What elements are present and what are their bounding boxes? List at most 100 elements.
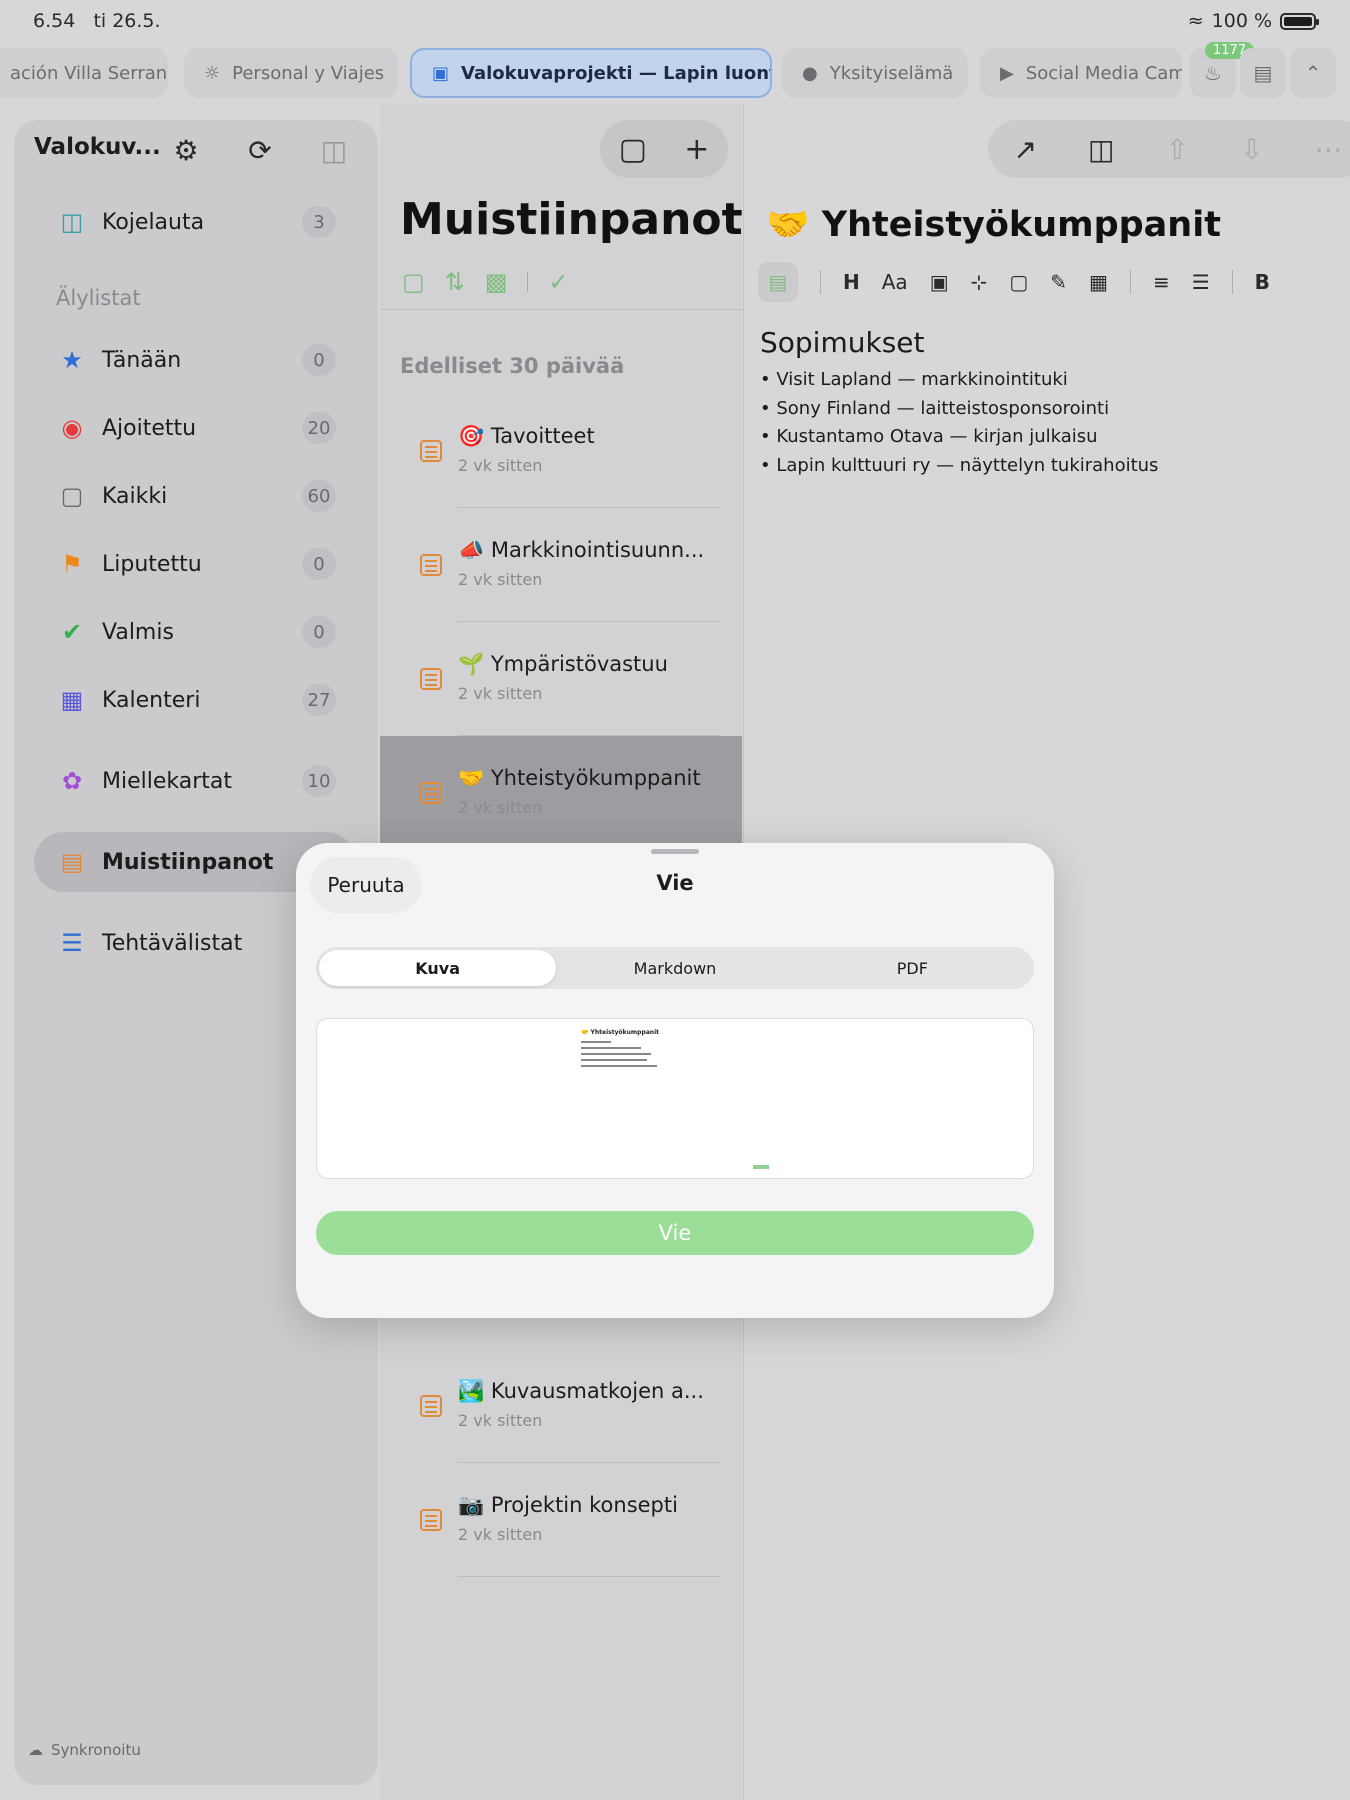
inbox-filter-icon[interactable]: ▢ — [402, 268, 425, 296]
sidebar-item-liputettu[interactable]: ⚑ Liputettu 0 — [34, 534, 356, 594]
gear-icon: ⚙ — [173, 133, 199, 167]
document-button[interactable]: ▤ — [758, 262, 798, 302]
sidebar-item-tanaan[interactable]: ★ Tänään 0 — [34, 330, 356, 390]
split-view-button[interactable]: ◫ — [1088, 133, 1114, 166]
view-mode-icon[interactable]: ▩ — [485, 268, 508, 296]
sidebar-item-label: Tänään — [102, 347, 182, 373]
sidebar-item-label: Kojelauta — [102, 209, 205, 235]
tab-label: Valokuvaprojekti — Lapin luonto — [461, 62, 772, 84]
sidebar-icon: ◫ — [320, 133, 348, 167]
sidebar-item-valmis[interactable]: ✔ Valmis 0 — [34, 602, 356, 662]
sidebar-item-kojelauta[interactable]: ◫ Kojelauta 3 — [34, 192, 356, 252]
sync-status: ☁ Synkronoitu — [28, 1741, 141, 1759]
battery-label: 100 % — [1211, 10, 1272, 32]
star-icon: ★ — [61, 346, 83, 374]
tab-valokuvaprojekti[interactable]: ▣ Valokuvaprojekti — Lapin luonto — [410, 48, 772, 98]
note-icon: ▤ — [60, 848, 84, 876]
list-item[interactable]: 📷 Projektin konsepti 2 vk sitten — [380, 1463, 742, 1577]
bell-icon: ♨ — [1204, 61, 1222, 85]
bold-button[interactable]: B — [1255, 270, 1270, 294]
table-icon[interactable]: ▦ — [1089, 270, 1108, 294]
note-title-heading[interactable]: 🤝 Yhteistyökumppanit — [766, 204, 1221, 245]
smart-lists-heading: Älylistat — [56, 286, 141, 310]
note-heading[interactable]: Sopimukset — [760, 326, 925, 359]
new-note-button[interactable]: + — [684, 132, 709, 167]
count-badge: 0 — [302, 616, 336, 648]
divider — [458, 1576, 720, 1577]
count-badge: 27 — [302, 684, 336, 716]
expand-button[interactable]: ↗ — [1014, 133, 1037, 166]
sidebar-item-kaikki[interactable]: ▢ Kaikki 60 — [34, 466, 356, 526]
sidebar-item-kalenteri[interactable]: ▦ Kalenteri 27 — [34, 670, 356, 730]
note-bullet-list[interactable]: Visit Lapland — markkinointituki Sony Fi… — [760, 366, 1158, 480]
export-button[interactable]: Vie — [316, 1211, 1034, 1255]
tab-social-media[interactable]: ▶ Social Media Cam — [980, 48, 1182, 98]
camera-icon: ▣ — [432, 62, 450, 84]
segment-kuva[interactable]: Kuva — [319, 950, 557, 986]
note-title: 📷 Projektin konsepti — [458, 1493, 678, 1517]
download-button[interactable]: ⇩ — [1240, 133, 1263, 166]
plus-icon: + — [684, 131, 710, 167]
completed-filter-icon[interactable]: ✓ — [548, 268, 568, 296]
sort-icon[interactable]: ⇅ — [445, 268, 465, 296]
note-icon — [420, 1395, 442, 1417]
note-title: 🌱 Ympäristövastuu — [458, 652, 668, 676]
settings-button[interactable]: ⚙ — [166, 130, 206, 170]
workspace-title[interactable]: Valokuv... — [34, 134, 161, 160]
list-item-selected[interactable]: 🤝 Yhteistyökumppanit 2 vk sitten — [380, 736, 742, 850]
format-segmented-control: Kuva Markdown PDF — [316, 947, 1034, 989]
quote-icon[interactable]: ≡ — [1153, 270, 1170, 294]
page-title: Muistiinpanot — [400, 194, 743, 245]
tab-label: Yksityiselämä — [829, 62, 954, 84]
divider — [527, 272, 529, 292]
divider — [380, 309, 742, 310]
tab-label: Social Media Cam — [1025, 62, 1182, 84]
sidebar-item-label: Miellekartat — [102, 768, 233, 794]
heading-button[interactable]: H — [843, 270, 860, 294]
bullet-list-icon[interactable]: ☰ — [1192, 270, 1210, 294]
tab-personal-viajes[interactable]: ☼ Personal y Viajes — [184, 48, 398, 98]
sidebar-item-label: Valmis — [102, 619, 174, 645]
tab-yksityiselama[interactable]: ● Yksityiselämä — [782, 48, 968, 98]
count-badge: 0 — [302, 548, 336, 580]
sun-icon: ☼ — [204, 62, 221, 84]
sidebar-item-ajoitettu[interactable]: ◉ Ajoitettu 20 — [34, 398, 356, 458]
toggle-sidebar-button[interactable]: ◫ — [314, 130, 354, 170]
sheet-grabber[interactable] — [651, 849, 699, 854]
tab-villa-serrano[interactable]: ación Villa Serrano — [0, 48, 168, 98]
list-item[interactable]: 🎯 Tavoitteet 2 vk sitten — [380, 394, 742, 508]
more-button[interactable]: ⋯ — [1314, 133, 1342, 166]
pen-icon[interactable]: ✎ — [1050, 270, 1067, 294]
tab-label: ación Villa Serrano — [10, 62, 168, 84]
attachment-icon[interactable]: ⊹ — [971, 270, 988, 294]
divider — [820, 270, 821, 294]
sync-button[interactable]: ⟳ — [240, 130, 280, 170]
count-badge: 60 — [302, 480, 336, 512]
list-item[interactable]: 🌱 Ympäristövastuu 2 vk sitten — [380, 622, 742, 736]
reader-button[interactable]: ▤ — [1240, 48, 1286, 98]
segment-markdown[interactable]: Markdown — [556, 950, 793, 986]
status-right: ≈ 100 % — [1188, 10, 1319, 32]
brain-icon: ✿ — [61, 767, 83, 795]
share-button[interactable]: ⇧ — [1165, 133, 1188, 166]
dashboard-icon: ◫ — [60, 208, 84, 236]
scan-icon: ▢ — [618, 131, 647, 167]
cancel-button[interactable]: Peruuta — [310, 857, 422, 913]
scan-document-button[interactable]: ▢ — [619, 132, 647, 167]
refresh-icon: ⟳ — [248, 133, 272, 167]
list-item[interactable]: 📣 Markkinointisuunn... 2 vk sitten — [380, 508, 742, 622]
collapse-tabs-button[interactable]: ⌃ — [1290, 48, 1336, 98]
flag-icon: ⚑ — [61, 550, 83, 578]
note-icon — [420, 1509, 442, 1531]
note-date: 2 vk sitten — [458, 1525, 543, 1544]
image-icon[interactable]: ▣ — [930, 270, 949, 294]
scan-icon[interactable]: ▢ — [1009, 270, 1028, 294]
group-heading: Edelliset 30 päivää — [400, 354, 625, 378]
segment-pdf[interactable]: PDF — [794, 950, 1031, 986]
text-style-button[interactable]: Aa — [882, 270, 908, 294]
list-item: Visit Lapland — markkinointituki — [760, 366, 1158, 395]
list-item[interactable]: 🏞️ Kuvausmatkojen a... 2 vk sitten — [380, 1349, 742, 1463]
note-title: 🏞️ Kuvausmatkojen a... — [458, 1379, 704, 1403]
reader-icon: ▤ — [1253, 61, 1273, 85]
sidebar-item-miellekartat[interactable]: ✿ Miellekartat 10 — [34, 751, 356, 811]
